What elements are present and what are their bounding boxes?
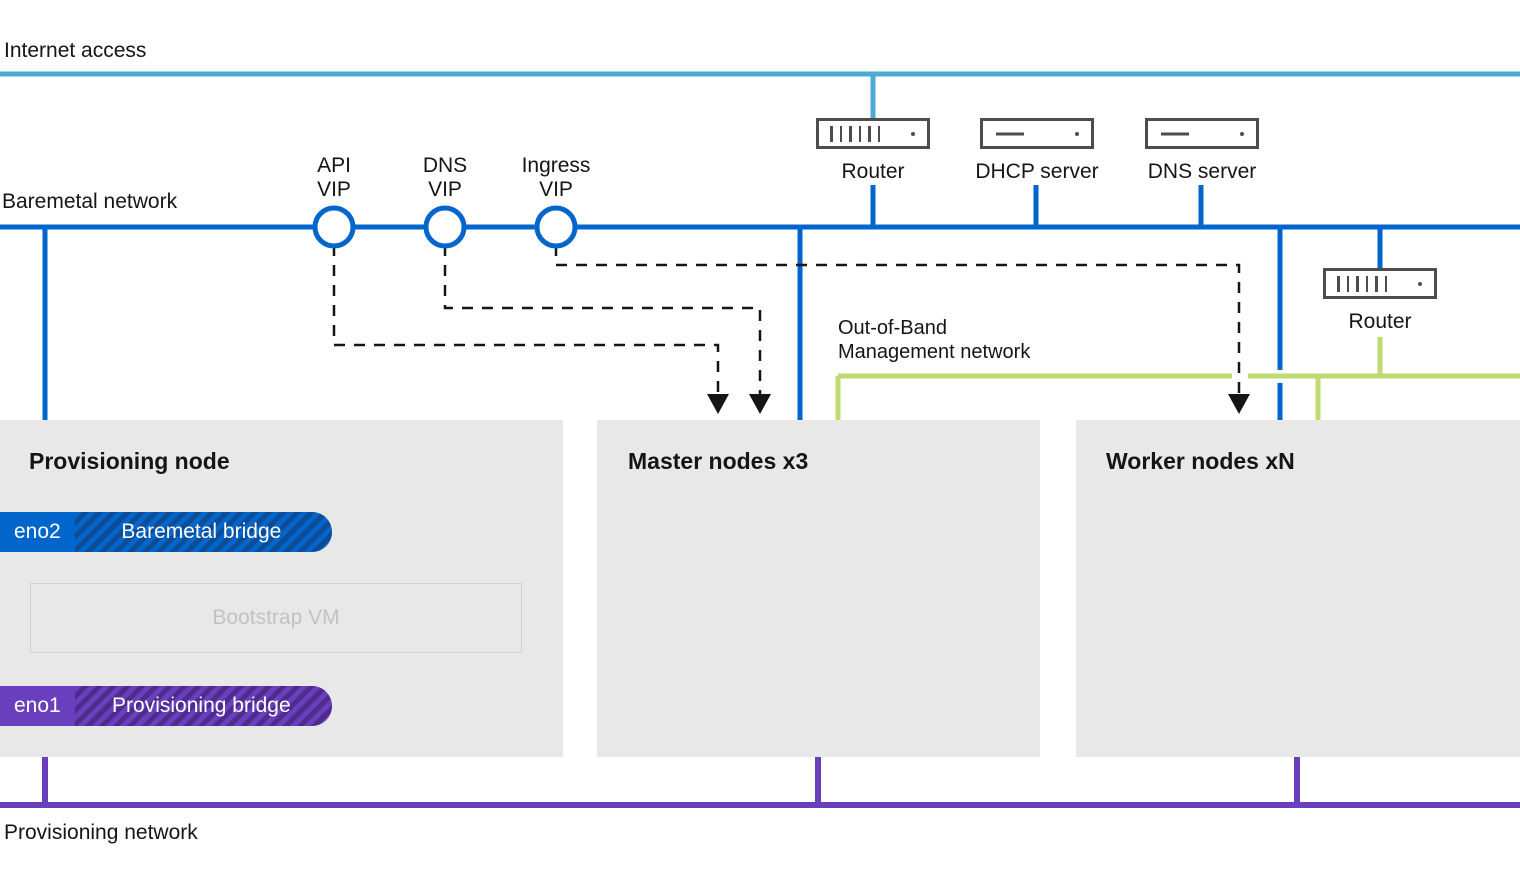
router-led-icon (911, 131, 915, 136)
baremetal-bridge-name-label: Baremetal bridge (74, 512, 332, 552)
oob-network-label-line1: Out-of-Band (838, 317, 947, 339)
dns-server-icon[interactable] (1145, 118, 1259, 149)
worker-nodes-title: Worker nodes xN (1106, 448, 1295, 474)
api-vip-label-line1: API (317, 154, 351, 177)
router-oob-icon[interactable] (1323, 268, 1437, 299)
bootstrap-vm-box[interactable]: Bootstrap VM (30, 583, 522, 653)
internet-access-label: Internet access (4, 39, 147, 62)
oob-network-label-line2: Management network (838, 341, 1031, 363)
baremetal-network-label: Baremetal network (2, 190, 178, 213)
ingress-vip-circle[interactable] (534, 205, 578, 249)
baremetal-bridge[interactable]: eno2 Baremetal bridge (0, 512, 332, 552)
dns-vip-path (443, 245, 762, 396)
provisioning-bridge[interactable]: eno1 Provisioning bridge (0, 686, 332, 726)
provisioning-bridge-name-label: Provisioning bridge (74, 686, 332, 726)
server-slot-glyph (996, 132, 1024, 135)
dns-vip-arrowhead (749, 394, 771, 414)
router-ports-glyph (830, 125, 880, 142)
api-vip-circle[interactable] (312, 205, 356, 249)
provisioning-network-label: Provisioning network (4, 821, 198, 844)
dhcp-server-icon[interactable] (980, 118, 1094, 149)
dns-vip-circle[interactable] (423, 205, 467, 249)
ingress-vip-label-line2: VIP (539, 178, 573, 201)
ingress-vip-label-line1: Ingress (521, 154, 591, 177)
router-ports-glyph (1337, 275, 1387, 292)
ingress-vip-arrowhead (1228, 394, 1250, 414)
master-nodes-title: Master nodes x3 (628, 448, 809, 474)
router-top-label: Router (841, 160, 905, 183)
provisioning-node-title: Provisioning node (29, 448, 230, 474)
dns-server-label: DNS server (1147, 160, 1257, 183)
baremetal-bridge-nic-label: eno2 (0, 512, 75, 552)
dhcp-server-label: DHCP server (975, 160, 1099, 183)
server-led-icon (1240, 131, 1244, 136)
dns-vip-label-line1: DNS (422, 154, 468, 177)
api-vip-arrowhead (707, 394, 729, 414)
server-led-icon (1075, 131, 1079, 136)
dns-vip-label-line2: VIP (428, 178, 462, 201)
router-led-icon (1418, 281, 1422, 286)
router-icon[interactable] (816, 118, 930, 149)
provisioning-bridge-nic-label: eno1 (0, 686, 75, 726)
network-diagram-canvas: Provisioning node Master nodes x3 Worker… (0, 0, 1520, 887)
api-vip-path (332, 245, 720, 396)
api-vip-label-line2: VIP (317, 178, 351, 201)
router-oob-label: Router (1348, 310, 1412, 333)
server-slot-glyph (1161, 132, 1189, 135)
